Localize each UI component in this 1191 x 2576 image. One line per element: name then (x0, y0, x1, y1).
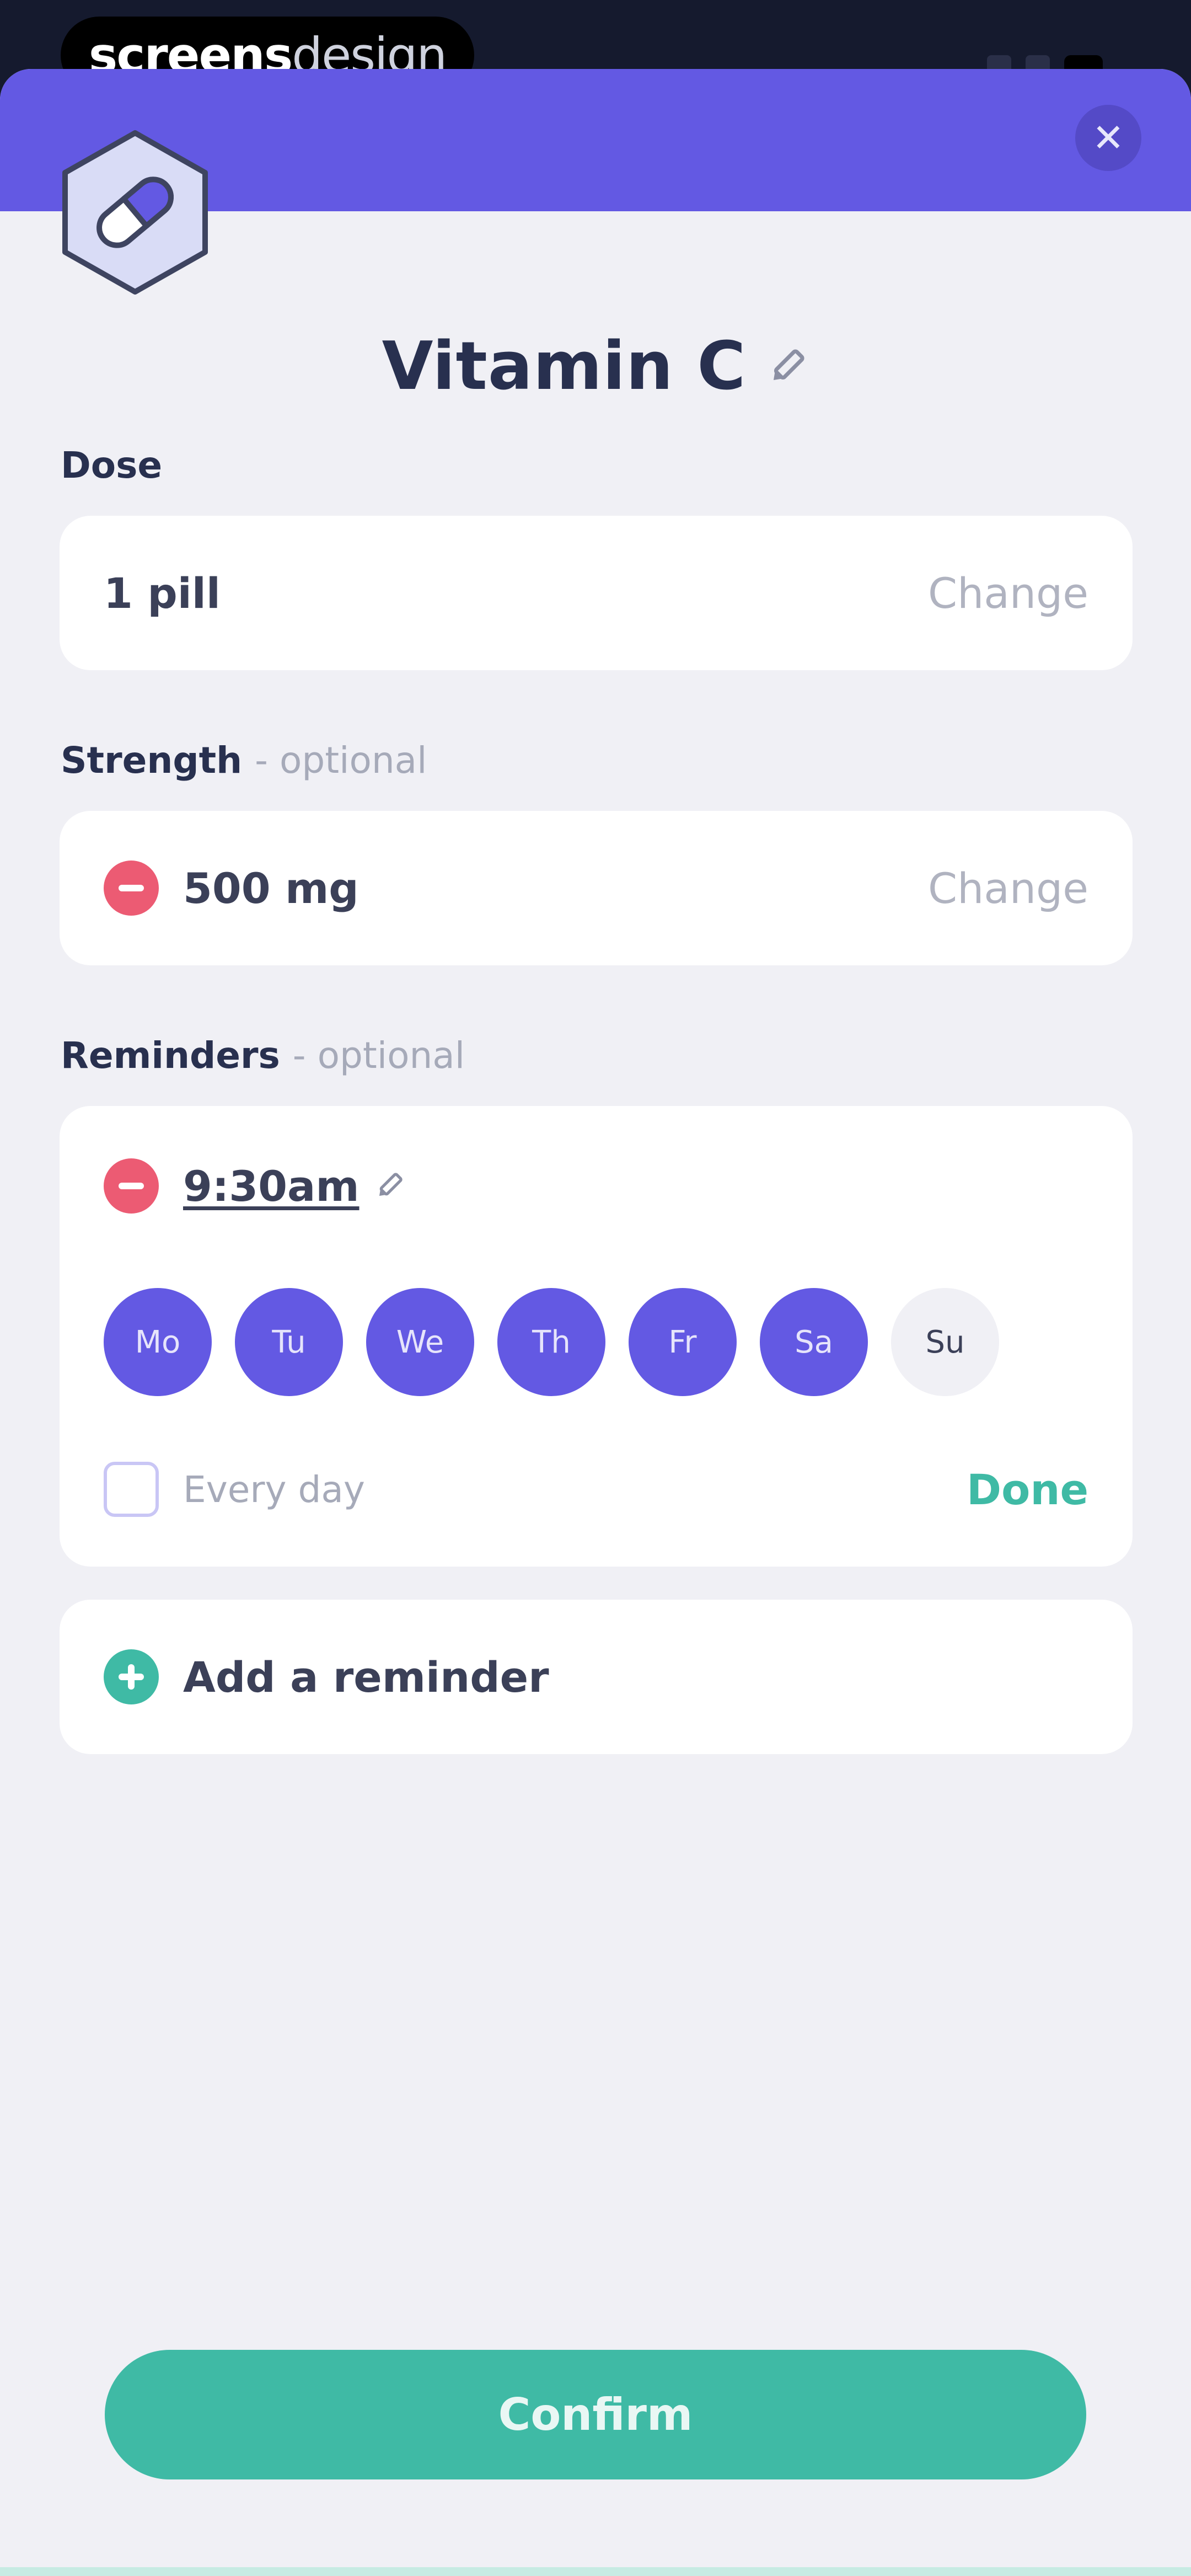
add-reminder-button[interactable]: Add a reminder (60, 1600, 1133, 1754)
reminder-time[interactable]: 9:30am (183, 1162, 360, 1211)
pencil-icon[interactable] (373, 1169, 406, 1203)
reminders-optional-text: - optional (292, 1034, 465, 1077)
reminder-time-row: 9:30am (104, 1158, 406, 1214)
strength-label: Strength - optional (61, 739, 427, 782)
pencil-icon[interactable] (765, 345, 809, 389)
day-toggle-tu[interactable]: Tu (235, 1288, 343, 1396)
close-icon: ✕ (1092, 115, 1125, 161)
reminder-card: 9:30am Mo Tu We Th Fr Sa Su Every day Do… (60, 1106, 1133, 1567)
day-toggle-mo[interactable]: Mo (104, 1288, 212, 1396)
strength-row: 500 mg Change (104, 811, 1088, 965)
dose-row: 1 pill Change (104, 516, 1088, 670)
remove-reminder-icon[interactable] (104, 1158, 159, 1214)
day-toggle-th[interactable]: Th (497, 1288, 605, 1396)
remove-strength-icon[interactable] (104, 861, 159, 916)
strength-optional-text: - optional (255, 739, 427, 782)
add-reminder-label: Add a reminder (183, 1652, 549, 1702)
day-toggle-fr[interactable]: Fr (629, 1288, 737, 1396)
weekday-selector: Mo Tu We Th Fr Sa Su (104, 1288, 999, 1396)
strength-value: 500 mg (183, 863, 359, 913)
day-toggle-sa[interactable]: Sa (760, 1288, 868, 1396)
reminders-label: Reminders - optional (61, 1034, 465, 1077)
strength-card[interactable]: 500 mg Change (60, 811, 1133, 965)
every-day-label: Every day (183, 1468, 365, 1511)
medication-sheet: ✕ Vitamin C Dose 1 pill Change Strength … (0, 69, 1191, 2576)
medication-title[interactable]: Vitamin C (382, 328, 747, 405)
every-day-checkbox[interactable] (104, 1462, 159, 1517)
day-toggle-we[interactable]: We (366, 1288, 474, 1396)
add-reminder-row: Add a reminder (104, 1600, 1088, 1754)
pill-icon (62, 130, 208, 295)
every-day-row: Every day Done (104, 1462, 1088, 1517)
strength-change-button[interactable]: Change (928, 864, 1088, 913)
confirm-button[interactable]: Confirm (105, 2350, 1086, 2479)
dose-label-text: Dose (61, 444, 163, 487)
reminders-label-text: Reminders (61, 1034, 280, 1077)
close-button[interactable]: ✕ (1075, 105, 1141, 171)
title-row: Vitamin C (0, 328, 1191, 405)
plus-icon (104, 1649, 159, 1704)
strength-label-text: Strength (61, 739, 243, 782)
dose-card[interactable]: 1 pill Change (60, 516, 1133, 670)
day-toggle-su[interactable]: Su (891, 1288, 999, 1396)
dose-value: 1 pill (104, 568, 221, 618)
dose-change-button[interactable]: Change (928, 569, 1088, 618)
done-button[interactable]: Done (967, 1465, 1088, 1514)
confirm-label: Confirm (498, 2389, 693, 2440)
home-indicator (0, 2567, 1191, 2576)
dose-label: Dose (61, 444, 162, 487)
